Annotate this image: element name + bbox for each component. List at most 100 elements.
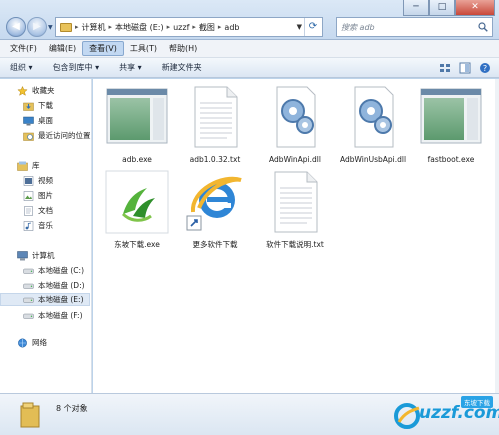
menu-help[interactable]: 帮助(H) — [163, 42, 203, 55]
search-icon[interactable] — [478, 22, 488, 32]
nav-desktop[interactable]: 桌面 — [23, 114, 53, 127]
nav-network-label: 网络 — [32, 338, 47, 347]
app-window-icon — [106, 88, 168, 144]
library-icon — [17, 161, 28, 171]
item-count: 8 个对象 — [56, 404, 88, 413]
ie-shortcut-icon — [186, 176, 242, 231]
dll-gear-icon — [276, 86, 316, 148]
nav-drive-d[interactable]: 本地磁盘 (D:) — [23, 279, 85, 292]
nav-recent-label: 最近访问的位置 — [38, 131, 91, 140]
nav-drive-d-label: 本地磁盘 (D:) — [38, 281, 85, 290]
file-item-adbwinusbapi-dll[interactable]: AdbWinUsbApi.dll — [333, 85, 413, 165]
scrollbar[interactable] — [495, 79, 499, 393]
file-name: 更多软件下载 — [192, 240, 238, 249]
nav-videos-label: 视频 — [38, 176, 53, 185]
nav-drive-e[interactable]: 本地磁盘 (E:) — [0, 293, 90, 306]
nav-pictures[interactable]: 图片 — [23, 189, 53, 202]
new-folder-button[interactable]: 新建文件夹 — [162, 62, 202, 73]
recent-places-icon — [23, 132, 34, 141]
dongpo-logo-icon — [105, 170, 169, 234]
file-item-fastboot-exe[interactable]: fastboot.exe — [411, 85, 491, 165]
chevron-down-icon[interactable]: ▼ — [297, 18, 302, 36]
nav-drive-f-label: 本地磁盘 (F:) — [38, 311, 83, 320]
nav-desktop-label: 桌面 — [38, 116, 53, 125]
dll-gear-icon — [354, 86, 394, 148]
folder-icon — [60, 22, 72, 32]
breadcrumb-separator: ▸ — [217, 23, 222, 31]
menu-file[interactable]: 文件(F) — [4, 42, 43, 55]
document-icon — [24, 205, 33, 216]
include-in-library-button[interactable]: 包含到库中 ▾ — [53, 62, 100, 73]
nav-favorites[interactable]: 收藏夹 — [17, 84, 55, 97]
nav-libraries[interactable]: 库 — [17, 159, 40, 172]
nav-videos[interactable]: 视频 — [23, 174, 53, 187]
file-item-adbwinapi-dll[interactable]: AdbWinApi.dll — [255, 85, 335, 165]
minimize-button[interactable]: ─ — [403, 0, 429, 16]
search-input[interactable]: 搜索 adb — [336, 17, 493, 37]
drive-icon — [23, 268, 34, 274]
back-button[interactable]: ◀ — [6, 17, 26, 37]
watermark-badge: 东坡下载 — [461, 396, 493, 408]
share-button[interactable]: 共享 ▾ — [119, 62, 142, 73]
file-name: fastboot.exe — [427, 155, 475, 164]
watermark-logo: uzzf.com 东坡下载 — [383, 396, 499, 434]
nav-drive-c-label: 本地磁盘 (C:) — [38, 266, 84, 275]
breadcrumb-uzzf[interactable]: uzzf — [173, 23, 189, 32]
file-item-adb-txt[interactable]: adb1.0.32.txt — [175, 85, 255, 165]
desktop-icon — [23, 116, 34, 125]
picture-icon — [23, 190, 34, 201]
view-options-icon[interactable] — [439, 62, 451, 74]
breadcrumb-separator: ▸ — [166, 23, 171, 31]
forward-button[interactable]: ▶ — [27, 17, 47, 37]
menu-bar: 文件(F) 编辑(E) 查看(V) 工具(T) 帮助(H) — [0, 40, 499, 58]
menu-edit[interactable]: 编辑(E) — [43, 42, 82, 55]
nav-music-label: 音乐 — [38, 221, 53, 230]
close-button[interactable]: ✕ — [455, 0, 495, 16]
file-name: 东坡下载.exe — [114, 240, 160, 249]
breadcrumb-adb[interactable]: adb — [224, 23, 239, 32]
search-placeholder: 搜索 adb — [341, 22, 375, 32]
nav-recent[interactable]: 最近访问的位置 — [23, 129, 91, 142]
nav-computer[interactable]: 计算机 — [17, 249, 55, 262]
file-item-readme-txt[interactable]: 软件下载说明.txt — [255, 170, 335, 250]
address-bar-row: ─ □ ✕ ◀ ▶ ▼ ▸ 计算机 ▸ 本地磁盘 (E:) ▸ uzzf ▸ 截… — [0, 0, 499, 40]
nav-downloads-label: 下载 — [38, 101, 53, 110]
star-icon — [17, 85, 28, 96]
breadcrumb-screenshots[interactable]: 截图 — [199, 22, 215, 33]
app-window-icon — [420, 88, 482, 144]
preview-pane-icon[interactable] — [459, 62, 471, 74]
file-name: 软件下载说明.txt — [266, 240, 324, 249]
menu-view[interactable]: 查看(V) — [82, 41, 124, 56]
nav-pictures-label: 图片 — [38, 191, 53, 200]
navigation-pane: 收藏夹 下载 桌面 最近访问的位置 库 视频 图片 文档 音乐 计算机 本地磁盘… — [0, 79, 92, 393]
breadcrumb-separator: ▸ — [75, 23, 79, 31]
nav-favorites-label: 收藏夹 — [32, 86, 55, 95]
nav-drive-f[interactable]: 本地磁盘 (F:) — [23, 309, 83, 322]
music-icon — [23, 220, 34, 231]
nav-downloads[interactable]: 下载 — [23, 99, 53, 112]
breadcrumb-drive-e[interactable]: 本地磁盘 (E:) — [115, 22, 164, 33]
maximize-button[interactable]: □ — [429, 0, 455, 16]
file-name: adb.exe — [122, 155, 152, 164]
nav-documents[interactable]: 文档 — [23, 204, 53, 217]
file-list: adb.exe adb1.0.32.txt AdbWinApi.dll AdbW… — [93, 79, 499, 393]
window-controls: ─ □ ✕ — [403, 0, 495, 16]
status-bar: 8 个对象 uzzf.com 东坡下载 — [0, 393, 499, 435]
file-item-adb-exe[interactable]: adb.exe — [97, 85, 177, 165]
address-box[interactable]: ▸ 计算机 ▸ 本地磁盘 (E:) ▸ uzzf ▸ 截图 ▸ adb ▼ ⟳ — [55, 17, 323, 37]
menu-tools[interactable]: 工具(T) — [124, 42, 163, 55]
help-icon[interactable]: ? — [479, 62, 491, 74]
refresh-icon[interactable]: ⟳ — [304, 18, 321, 36]
recent-pages-dropdown[interactable]: ▼ — [48, 24, 53, 31]
file-name: AdbWinApi.dll — [269, 155, 321, 164]
breadcrumb-computer[interactable]: 计算机 — [82, 22, 106, 33]
text-file-icon — [194, 86, 238, 148]
nav-music[interactable]: 音乐 — [23, 219, 53, 232]
nav-drive-c[interactable]: 本地磁盘 (C:) — [23, 264, 84, 277]
nav-network[interactable]: 网络 — [17, 336, 47, 349]
breadcrumb-separator: ▸ — [108, 23, 113, 31]
file-item-more-software[interactable]: 更多软件下载 — [175, 170, 255, 250]
organize-button[interactable]: 组织 ▾ — [10, 62, 33, 73]
file-name: AdbWinUsbApi.dll — [339, 155, 407, 164]
file-item-dongpo-exe[interactable]: 东坡下载.exe — [97, 170, 177, 250]
